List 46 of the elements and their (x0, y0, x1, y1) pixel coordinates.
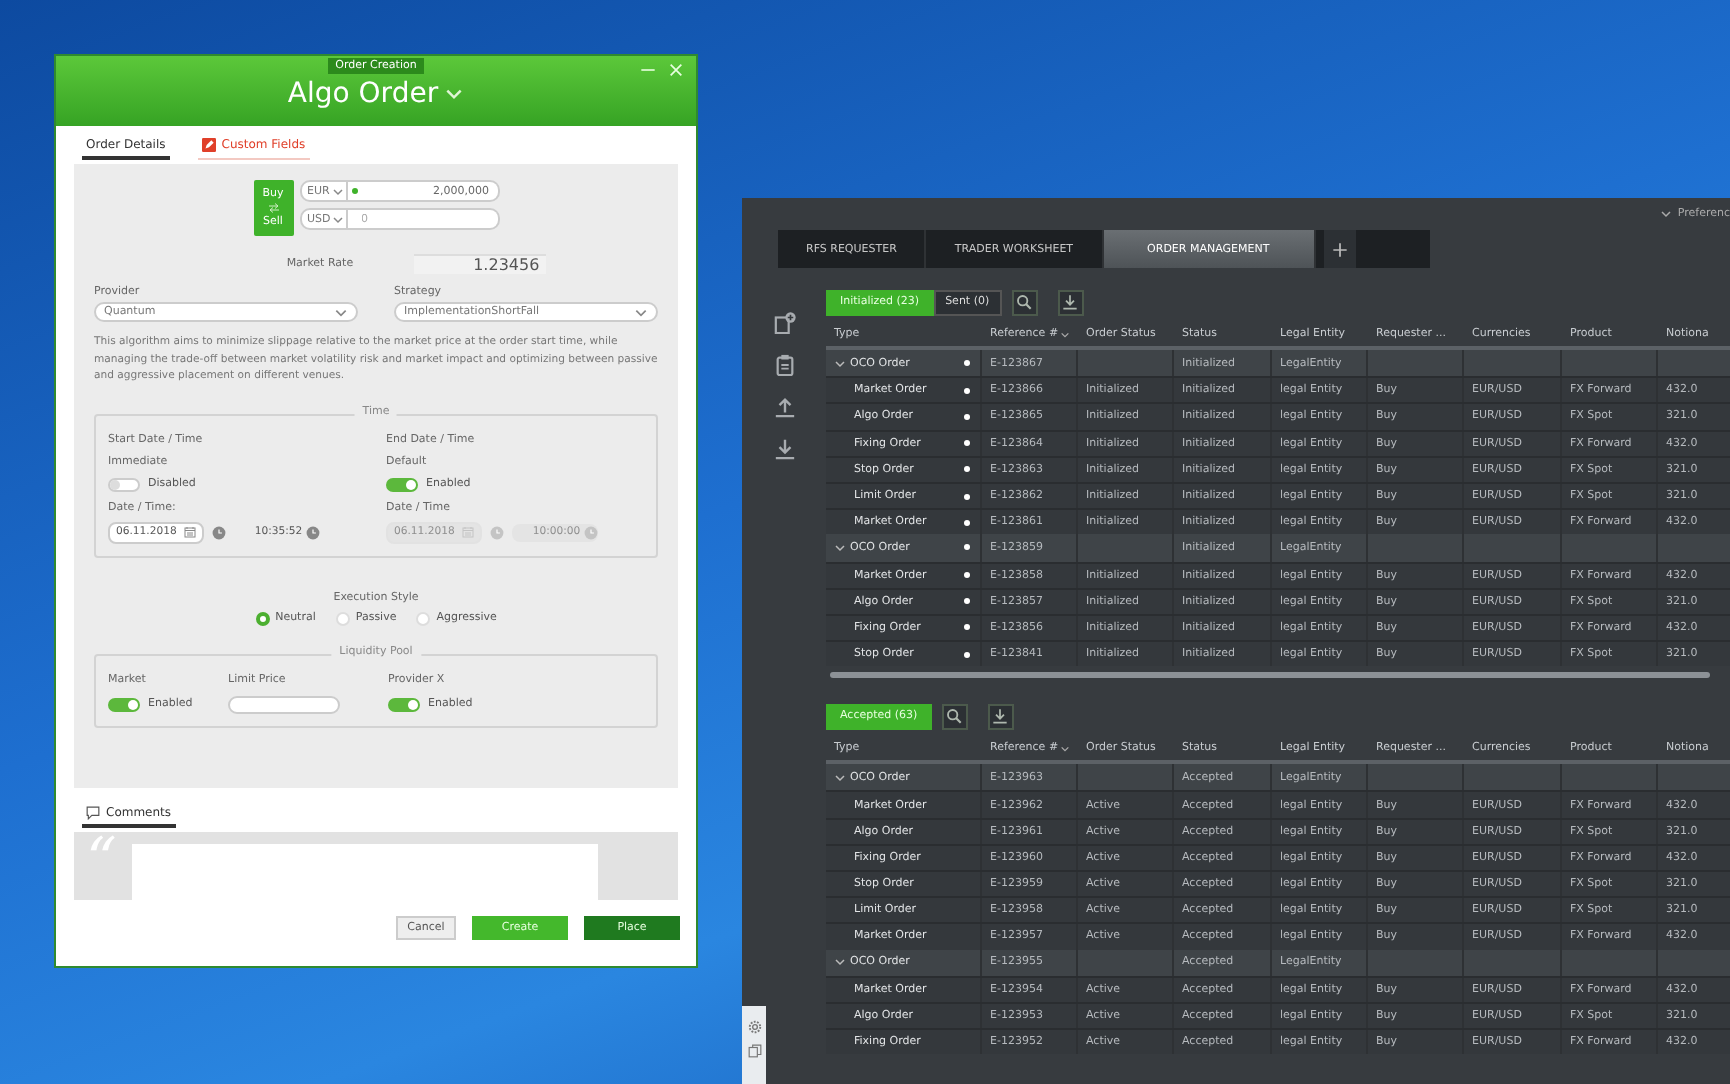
download-button[interactable] (987, 703, 1014, 730)
scrollbar[interactable] (830, 672, 1710, 679)
toggle-switch[interactable] (108, 477, 140, 491)
clock-icon (490, 525, 505, 539)
toggle-switch[interactable] (108, 697, 140, 711)
search-icon (1016, 294, 1033, 310)
dialog-title: Algo Order (287, 76, 439, 114)
download-icon[interactable] (773, 438, 795, 460)
download-icon (1062, 294, 1079, 310)
chevron-down-icon (1659, 208, 1672, 220)
search-button[interactable] (1011, 289, 1038, 315)
settings-icon[interactable] (747, 1020, 761, 1034)
calendar-icon (462, 526, 475, 538)
clipboard-icon[interactable] (773, 354, 795, 376)
swap-icon (267, 202, 279, 214)
limit-price-field[interactable] (228, 695, 340, 713)
chevron-down-icon[interactable] (834, 357, 846, 370)
download-icon (992, 708, 1009, 725)
search-icon (946, 708, 963, 725)
upload-icon[interactable] (773, 396, 795, 418)
chevron-down-icon (332, 213, 345, 225)
chevron-down-icon (634, 305, 648, 319)
chevron-down-icon (334, 305, 348, 319)
search-button[interactable] (941, 703, 968, 730)
add-tab-button[interactable] (1323, 230, 1356, 268)
quote-mark: “ (86, 832, 117, 892)
close-icon[interactable] (668, 62, 684, 78)
chevron-down-icon[interactable] (444, 84, 465, 104)
speech-bubble-icon (86, 805, 100, 819)
chevron-down-icon[interactable] (834, 771, 846, 784)
edit-icon (201, 138, 216, 152)
clock-icon[interactable] (212, 525, 227, 539)
plus-icon (1331, 241, 1348, 257)
clock-icon (306, 525, 321, 539)
chevron-down-icon[interactable] (834, 541, 846, 554)
sort-icon[interactable] (1060, 743, 1071, 754)
download-button[interactable] (1057, 289, 1084, 315)
clock-icon (584, 525, 599, 539)
toggle-switch[interactable] (388, 697, 420, 711)
sort-icon[interactable] (1060, 329, 1071, 339)
chevron-down-icon[interactable] (834, 956, 846, 969)
calendar-icon (184, 526, 197, 538)
new-document-icon[interactable] (773, 312, 795, 334)
chevron-down-icon (331, 185, 344, 197)
market-rate-value: 1.23456 (413, 254, 546, 274)
copy-icon[interactable] (747, 1044, 761, 1058)
